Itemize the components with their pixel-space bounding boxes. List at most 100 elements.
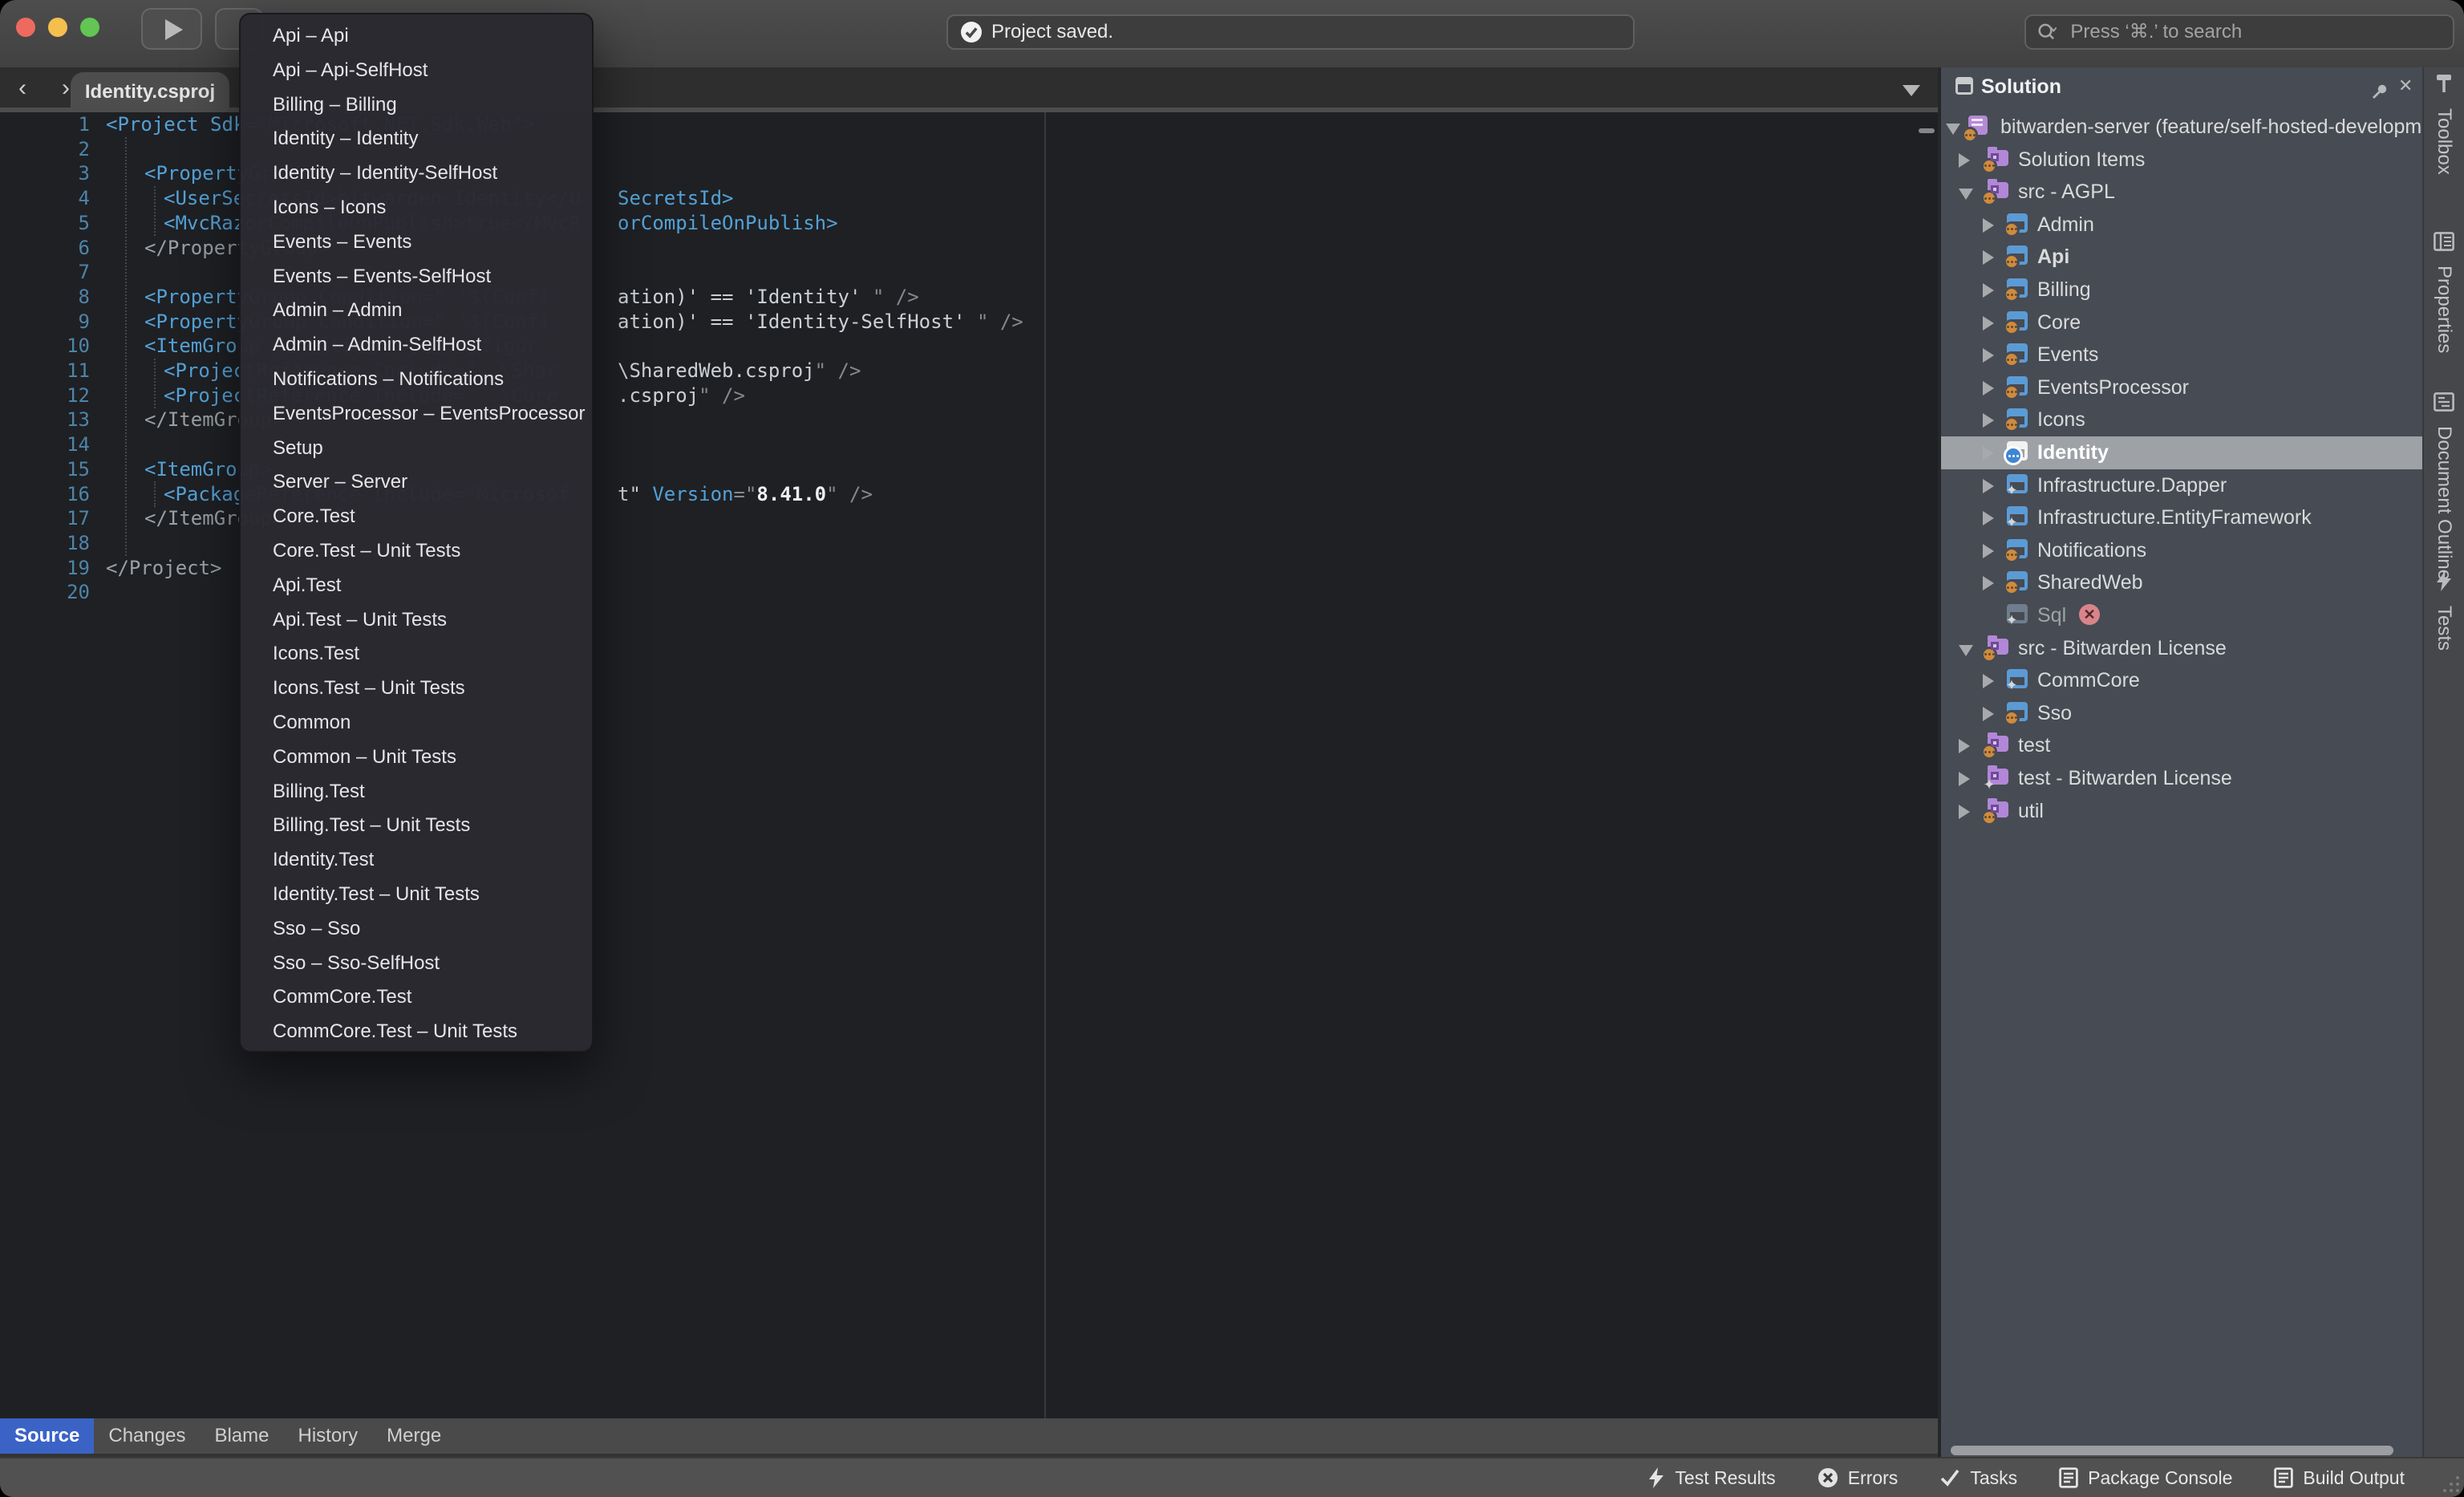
tree-item-identity[interactable]: Identity: [1941, 436, 2422, 469]
expand-icon[interactable]: [1983, 446, 1994, 460]
expand-icon[interactable]: [1959, 153, 1970, 168]
expand-icon[interactable]: [1983, 576, 1994, 590]
menu-item[interactable]: Core.Test – Unit Tests: [241, 534, 592, 569]
expand-icon[interactable]: [1983, 218, 1994, 233]
menu-item[interactable]: Icons.Test: [241, 637, 592, 671]
expand-icon[interactable]: [1983, 283, 1994, 298]
tree-item-util[interactable]: util: [1941, 795, 2422, 828]
tree-item-test[interactable]: test: [1941, 729, 2422, 762]
pad-horizontal-scrollbar[interactable]: [1951, 1446, 2393, 1455]
menu-item[interactable]: Core.Test: [241, 500, 592, 534]
tree-item-bitwarden-server-feature-self-hosted-development[interactable]: bitwarden-server (feature/self-hosted-de…: [1941, 111, 2422, 144]
minimize-window-button[interactable]: [48, 18, 67, 37]
tab-list-chevron-icon[interactable]: [1903, 85, 1920, 96]
bottom-tab-history[interactable]: History: [283, 1418, 372, 1454]
menu-item[interactable]: Billing.Test – Unit Tests: [241, 809, 592, 843]
tree-item-eventsprocessor[interactable]: EventsProcessor: [1941, 371, 2422, 404]
menu-item[interactable]: Api – Api-SelfHost: [241, 54, 592, 88]
collapse-icon[interactable]: [1946, 124, 1960, 135]
expand-icon[interactable]: [1983, 250, 1994, 265]
menu-item[interactable]: Server – Server: [241, 465, 592, 500]
menu-item[interactable]: Common – Unit Tests: [241, 740, 592, 775]
expand-icon[interactable]: [1959, 739, 1970, 753]
expand-icon[interactable]: [1983, 544, 1994, 558]
dock-tab-tests[interactable]: Tests: [2424, 568, 2464, 651]
menu-item[interactable]: Billing – Billing: [241, 88, 592, 123]
bottom-tab-blame[interactable]: Blame: [200, 1418, 283, 1454]
menu-item[interactable]: Notifications – Notifications: [241, 363, 592, 397]
statusbar-package-console[interactable]: Package Console: [2059, 1467, 2232, 1489]
menu-item[interactable]: Admin – Admin-SelfHost: [241, 328, 592, 363]
dock-tab-properties[interactable]: Properties: [2424, 228, 2464, 353]
expand-icon[interactable]: [1983, 479, 1994, 493]
expand-icon[interactable]: [1983, 381, 1994, 396]
bottom-tab-source[interactable]: Source: [0, 1418, 94, 1454]
menu-item[interactable]: Identity – Identity-SelfHost: [241, 156, 592, 191]
menu-item[interactable]: Sso – Sso: [241, 912, 592, 947]
tree-item-sharedweb[interactable]: SharedWeb: [1941, 566, 2422, 599]
close-icon[interactable]: ✕: [2398, 75, 2413, 96]
menu-item[interactable]: Api – Api: [241, 19, 592, 54]
menu-item[interactable]: Sso – Sso-SelfHost: [241, 947, 592, 981]
bottom-tab-changes[interactable]: Changes: [94, 1418, 200, 1454]
collapse-icon[interactable]: [1959, 189, 1973, 200]
tree-item-sso[interactable]: Sso: [1941, 697, 2422, 730]
menu-item[interactable]: Setup: [241, 432, 592, 466]
tree-item-icons[interactable]: Icons: [1941, 404, 2422, 436]
tree-item-src-bitwarden-license[interactable]: src - Bitwarden License: [1941, 632, 2422, 665]
global-search-field[interactable]: [2024, 14, 2454, 50]
expand-icon[interactable]: [1959, 772, 1970, 786]
resize-grip[interactable]: [2443, 1476, 2459, 1492]
statusbar-errors[interactable]: Errors: [1818, 1467, 1899, 1489]
run-button[interactable]: [141, 8, 202, 50]
tree-item-sql[interactable]: ✦Sql✕: [1941, 599, 2422, 632]
editor-scrollbar-thumb[interactable]: [1919, 128, 1935, 133]
statusbar-test-results[interactable]: Test Results: [1647, 1467, 1775, 1489]
expand-icon[interactable]: [1983, 511, 1994, 525]
tree-item-core[interactable]: Core: [1941, 306, 2422, 339]
close-window-button[interactable]: [16, 18, 35, 37]
tree-item-commcore[interactable]: ✦CommCore: [1941, 664, 2422, 697]
menu-item[interactable]: Api.Test – Unit Tests: [241, 603, 592, 638]
tree-item-solution-items[interactable]: Solution Items: [1941, 144, 2422, 176]
statusbar-tasks[interactable]: Tasks: [1939, 1467, 2017, 1489]
menu-item[interactable]: Billing.Test: [241, 775, 592, 809]
tree-item-admin[interactable]: Admin: [1941, 209, 2422, 241]
menu-item[interactable]: Common: [241, 706, 592, 740]
expand-icon[interactable]: [1983, 674, 1994, 688]
tree-item-api[interactable]: Api: [1941, 241, 2422, 274]
menu-item[interactable]: CommCore.Test – Unit Tests: [241, 1015, 592, 1049]
menu-item[interactable]: Icons.Test – Unit Tests: [241, 671, 592, 706]
menu-item[interactable]: EventsProcessor – EventsProcessor: [241, 397, 592, 432]
menu-item[interactable]: Icons – Icons: [241, 191, 592, 225]
dock-tab-toolbox[interactable]: Toolbox: [2424, 71, 2464, 175]
menu-item[interactable]: Identity.Test – Unit Tests: [241, 878, 592, 912]
expand-icon[interactable]: [1959, 805, 1970, 819]
menu-item[interactable]: Admin – Admin: [241, 294, 592, 328]
menu-item[interactable]: Events – Events-SelfHost: [241, 260, 592, 294]
tree-item-billing[interactable]: Billing: [1941, 274, 2422, 306]
menu-item[interactable]: Identity – Identity: [241, 122, 592, 156]
tree-item-test-bitwarden-license[interactable]: ✦test - Bitwarden License: [1941, 762, 2422, 795]
tab-identity-csproj[interactable]: Identity.csproj: [71, 72, 229, 112]
menu-item[interactable]: Identity.Test: [241, 843, 592, 878]
menu-item[interactable]: Events – Events: [241, 225, 592, 260]
tree-item-src-agpl[interactable]: src - AGPL: [1941, 176, 2422, 209]
menu-item[interactable]: Api.Test: [241, 569, 592, 603]
tree-item-infrastructure-dapper[interactable]: ✦Infrastructure.Dapper: [1941, 469, 2422, 502]
tree-item-notifications[interactable]: Notifications: [1941, 534, 2422, 567]
bottom-tab-merge[interactable]: Merge: [372, 1418, 456, 1454]
navigate-back-button[interactable]: ‹: [6, 72, 38, 104]
dock-tab-document-outline[interactable]: Document Outline: [2424, 388, 2464, 580]
search-input[interactable]: [2067, 19, 2453, 45]
expand-icon[interactable]: [1983, 707, 1994, 721]
pin-icon[interactable]: [2371, 77, 2389, 107]
menu-item[interactable]: CommCore.Test: [241, 980, 592, 1015]
expand-icon[interactable]: [1983, 316, 1994, 331]
expand-icon[interactable]: [1983, 413, 1994, 428]
expand-icon[interactable]: [1983, 348, 1994, 363]
zoom-window-button[interactable]: [80, 18, 99, 37]
tree-item-events[interactable]: Events: [1941, 339, 2422, 371]
tree-item-infrastructure-entityframework[interactable]: ✦Infrastructure.EntityFramework: [1941, 501, 2422, 534]
statusbar-build-output[interactable]: Build Output: [2274, 1467, 2405, 1489]
